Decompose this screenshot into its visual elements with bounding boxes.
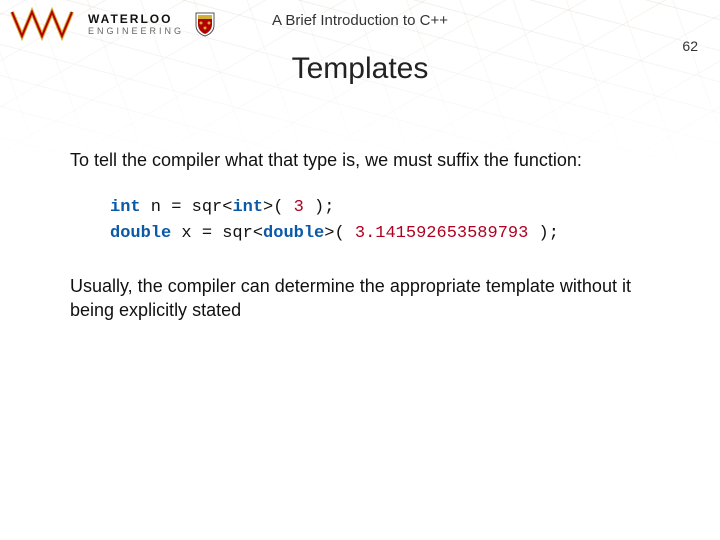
paragraph-2: Usually, the compiler can determine the … <box>70 274 670 323</box>
keyword-double: double <box>110 224 171 243</box>
code-text: ); <box>304 198 335 217</box>
slide-body: To tell the compiler what that type is, … <box>70 150 670 323</box>
keyword-int: int <box>232 198 263 217</box>
slide-title: Templates <box>0 52 720 86</box>
document-title: A Brief Introduction to C++ <box>0 12 720 29</box>
keyword-int: int <box>110 198 141 217</box>
code-text: >( <box>324 224 355 243</box>
number-literal: 3 <box>294 198 304 217</box>
slide: WATERLOO ENGINEERING A Brief Introductio… <box>0 0 720 540</box>
paragraph-1: To tell the compiler what that type is, … <box>70 150 670 171</box>
code-text: n = sqr< <box>141 198 233 217</box>
code-block: int n = sqr<int>( 3 ); double x = sqr<do… <box>110 195 670 246</box>
number-literal: 3.141592653589793 <box>355 224 528 243</box>
code-text: x = sqr< <box>171 224 263 243</box>
code-text: >( <box>263 198 294 217</box>
code-text: ); <box>528 224 559 243</box>
keyword-double: double <box>263 224 324 243</box>
